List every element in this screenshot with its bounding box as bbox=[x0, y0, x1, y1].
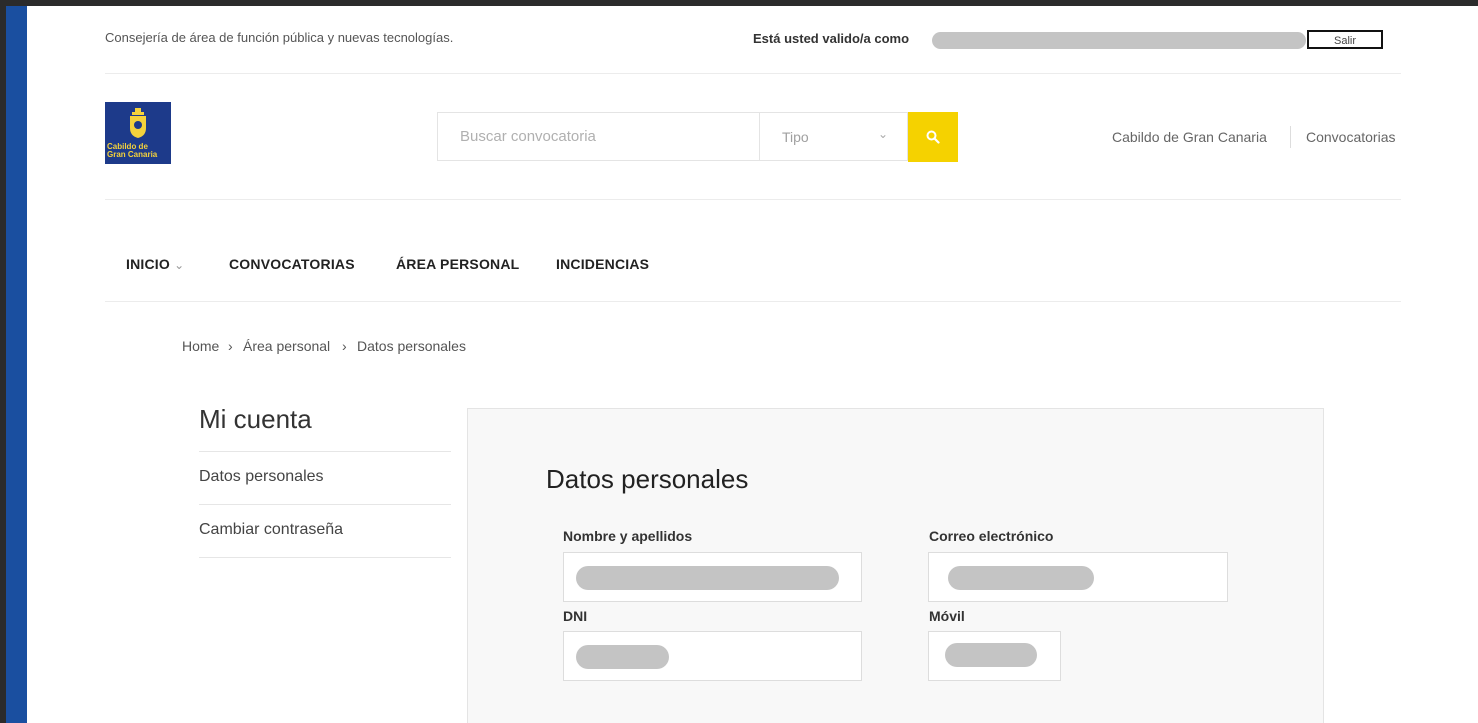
breadcrumb-home[interactable]: Home bbox=[182, 338, 219, 354]
redacted-value bbox=[576, 645, 669, 669]
breadcrumb-area-personal[interactable]: Área personal bbox=[243, 338, 330, 354]
sidebar-item-label: Datos personales bbox=[199, 468, 324, 485]
email-label: Correo electrónico bbox=[929, 528, 1054, 544]
breadcrumb-separator: › bbox=[228, 338, 233, 354]
left-accent-bar bbox=[6, 6, 27, 723]
sidebar-title: Mi cuenta bbox=[199, 404, 312, 434]
search-input[interactable] bbox=[437, 112, 759, 161]
type-select[interactable]: Tipo ⌄ bbox=[759, 112, 908, 161]
link-cabildo[interactable]: Cabildo de Gran Canaria bbox=[1112, 129, 1267, 145]
logged-as-text: Está usted valido/a como bbox=[753, 31, 910, 46]
search-icon bbox=[926, 130, 940, 144]
nav-item-inicio[interactable]: INICIO ⌄ bbox=[126, 256, 184, 272]
chevron-down-icon: ⌄ bbox=[878, 127, 889, 141]
cabildo-logo[interactable]: Cabildo de Gran Canaria bbox=[105, 102, 171, 164]
email-field[interactable] bbox=[928, 552, 1228, 602]
divider bbox=[199, 557, 451, 558]
divider bbox=[105, 301, 1401, 302]
name-label: Nombre y apellidos bbox=[563, 528, 693, 544]
nav-item-convocatorias[interactable]: CONVOCATORIAS bbox=[229, 256, 355, 272]
nav-item-area-personal[interactable]: ÁREA PERSONAL bbox=[396, 256, 519, 272]
divider bbox=[105, 199, 1401, 200]
sidebar-item-datos-personales[interactable]: Datos personales bbox=[199, 451, 451, 503]
logo-text-line2: Gran Canaria bbox=[107, 150, 158, 159]
crest-icon bbox=[130, 108, 146, 138]
chevron-down-icon: ⌄ bbox=[174, 258, 185, 272]
divider bbox=[105, 73, 1401, 74]
breadcrumb-current: Datos personales bbox=[357, 338, 466, 354]
sidebar-item-cambiar-contrasena[interactable]: Cambiar contraseña bbox=[199, 504, 451, 556]
sidebar-item-label: Cambiar contraseña bbox=[199, 521, 344, 538]
link-convocatorias[interactable]: Convocatorias bbox=[1306, 129, 1396, 145]
type-select-value: Tipo bbox=[782, 129, 809, 145]
nav-item-incidencias[interactable]: INCIDENCIAS bbox=[556, 256, 649, 272]
browser-viewport: Consejería de área de función pública y … bbox=[6, 6, 1478, 723]
redacted-value bbox=[945, 643, 1037, 667]
name-field[interactable] bbox=[563, 552, 862, 602]
redacted-value bbox=[576, 566, 839, 590]
logout-button[interactable]: Salir bbox=[1307, 30, 1383, 49]
redacted-username bbox=[932, 32, 1306, 49]
page-title: Datos personales bbox=[546, 464, 749, 494]
dni-label: DNI bbox=[563, 608, 588, 624]
link-separator bbox=[1290, 126, 1291, 148]
search-button[interactable] bbox=[908, 112, 958, 162]
mobile-field[interactable] bbox=[928, 631, 1061, 681]
dni-field[interactable] bbox=[563, 631, 862, 681]
breadcrumb-separator: › bbox=[342, 338, 347, 354]
redacted-value bbox=[948, 566, 1094, 590]
department-text: Consejería de área de función pública y … bbox=[105, 30, 454, 45]
mobile-label: Móvil bbox=[929, 608, 965, 624]
nav-label: INICIO bbox=[126, 256, 170, 272]
